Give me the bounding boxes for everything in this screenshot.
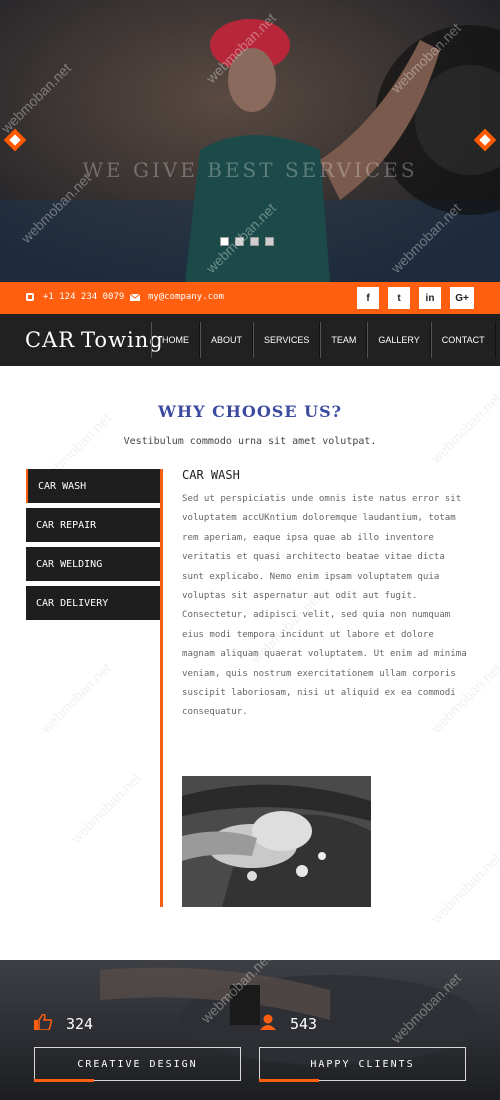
tab-car-repair[interactable]: CAR REPAIR [26,508,160,542]
creative-design-box: CREATIVE DESIGN [34,1047,241,1082]
email-address[interactable]: my@company.com [148,292,224,302]
slider-dot-4[interactable] [265,237,274,246]
linkedin-icon[interactable]: in [419,287,441,309]
nav-home[interactable]: HOME [151,322,200,358]
tab-content: CAR WASH Sed ut perspiciatis unde omnis … [182,468,472,723]
main-navbar: CAR Towing HOME ABOUT SERVICES TEAM GALLE… [0,314,500,366]
nav-links: HOME ABOUT SERVICES TEAM GALLERY CONTACT [151,322,496,358]
slider-dot-2[interactable] [235,237,244,246]
nav-contact[interactable]: CONTACT [430,322,496,358]
section-title: WHY CHOOSE US? [157,402,342,421]
nav-gallery[interactable]: GALLERY [367,322,431,358]
creative-design-label: CREATIVE DESIGN [77,1058,198,1070]
phone-icon [25,292,35,302]
brand-logo[interactable]: CAR Towing [25,328,164,352]
service-tabs: CAR WASH CAR REPAIR CAR WELDING CAR DELI… [26,469,160,625]
watermark: webmoban.net [37,659,115,737]
nav-about[interactable]: ABOUT [200,322,254,358]
tab-car-welding[interactable]: CAR WELDING [26,547,160,581]
contact-bar: +1 124 234 0079 my@company.com f t in G+ [0,282,500,314]
box-underline [34,1079,94,1082]
car-wash-image [182,776,371,907]
tab-car-delivery[interactable]: CAR DELIVERY [26,586,160,620]
nav-services[interactable]: SERVICES [253,322,321,358]
phone-number: +1 124 234 0079 [43,292,125,302]
email-contact: my@company.com [129,292,224,302]
twitter-icon[interactable]: t [388,287,410,309]
hero-tagline: WE GIVE BEST SERVICES [82,158,418,182]
social-links: f t in G+ [357,287,474,309]
likes-count: 324 [66,1015,94,1033]
content-paragraph-1: Sed ut perspiciatis unde omnis iste natu… [182,494,462,602]
stats-section: 324 543 CREATIVE DESIGN HAPPY CLIENTS we… [0,960,500,1100]
clients-count: 543 [290,1015,318,1033]
watermark: webmoban.net [67,769,145,847]
user-icon [260,1014,276,1034]
mail-icon [129,292,141,302]
likes-stat: 324 [34,1013,94,1034]
content-paragraph-2: Consectetur, adipisci velit, sed quia no… [182,610,467,718]
happy-clients-label: HAPPY CLIENTS [310,1058,415,1070]
clients-stat: 543 [260,1014,317,1034]
happy-clients-box: HAPPY CLIENTS [259,1047,466,1082]
hero-slider: WE GIVE BEST SERVICES webmoban.net webmo… [0,0,500,282]
thumbs-up-icon [34,1013,53,1034]
watermark: webmoban.net [427,849,500,927]
slider-dot-1[interactable] [220,237,229,246]
phone-contact: +1 124 234 0079 [25,292,124,302]
slider-dot-3[interactable] [250,237,259,246]
section-subtitle: Vestibulum commodo urna sit amet volutpa… [123,436,377,447]
content-title: CAR WASH [182,468,240,482]
box-underline [259,1079,319,1082]
google-plus-icon[interactable]: G+ [450,287,474,309]
nav-team[interactable]: TEAM [320,322,368,358]
brand-part-1: CAR [25,328,76,352]
facebook-icon[interactable]: f [357,287,379,309]
slider-dots [220,237,274,246]
tab-car-wash[interactable]: CAR WASH [26,469,160,503]
tab-divider [160,469,163,907]
